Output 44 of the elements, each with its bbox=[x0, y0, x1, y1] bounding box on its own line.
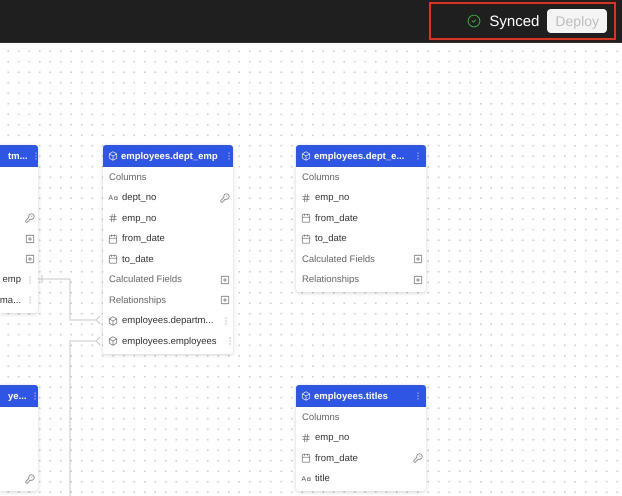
column-name: dept_no bbox=[122, 192, 156, 204]
model-title: employees.titles bbox=[314, 390, 388, 402]
relation-name[interactable]: employees.departm... bbox=[122, 315, 214, 326]
model-title: employees.dept_emp bbox=[121, 150, 218, 162]
add-icon[interactable] bbox=[25, 234, 35, 244]
relation-name[interactable]: ma... bbox=[0, 294, 21, 306]
cube-icon bbox=[108, 151, 118, 161]
section-label: Columns bbox=[301, 172, 340, 183]
model-card[interactable]: employees.dept_emp Columns dept_no emp_no from_date to_date Calculated Fields Relationships employees.departm... employees.employees bbox=[103, 145, 233, 354]
model-title: tm... bbox=[8, 150, 28, 162]
add-icon[interactable] bbox=[220, 295, 230, 306]
section-label: Calculated Fields bbox=[301, 254, 375, 265]
add-icon[interactable] bbox=[413, 254, 423, 264]
add-icon[interactable] bbox=[25, 254, 35, 264]
add-icon[interactable] bbox=[220, 274, 230, 285]
cube-icon bbox=[301, 151, 311, 161]
model-title: ye... bbox=[8, 390, 26, 402]
section-label: Calculated Fields bbox=[108, 274, 182, 286]
column-name: emp_no bbox=[315, 432, 350, 444]
column-name: from_date bbox=[122, 233, 165, 244]
model-card[interactable]: ye... bbox=[0, 385, 38, 491]
column-name: from_date bbox=[315, 212, 358, 224]
section-label: Relationships bbox=[301, 274, 360, 286]
column-name: to_date bbox=[315, 233, 347, 244]
cube-icon bbox=[301, 391, 311, 401]
column-name: emp_no bbox=[122, 212, 156, 224]
model-card[interactable]: employees.titles Columns emp_no from_date title bbox=[296, 385, 426, 491]
model-title: employees.dept_e... bbox=[314, 150, 404, 162]
sync-status: Synced bbox=[489, 12, 540, 30]
section-label: Columns bbox=[301, 412, 340, 423]
add-icon[interactable] bbox=[413, 274, 423, 285]
connector-line bbox=[38, 274, 100, 324]
section-label: Relationships bbox=[108, 294, 166, 306]
cube-icon bbox=[108, 336, 118, 346]
cube-icon bbox=[108, 316, 118, 326]
section-label: Columns bbox=[108, 172, 146, 183]
model-card[interactable]: employees.dept_e... Columns emp_no from_date to_date Calculated Fields Relationships bbox=[296, 145, 426, 292]
relation-name[interactable]: employees.employees bbox=[122, 336, 217, 347]
relation-name[interactable]: emp bbox=[2, 274, 21, 286]
model-card[interactable]: tm... emp ma... bbox=[0, 145, 38, 312]
column-name: to_date bbox=[122, 254, 154, 265]
column-name: title bbox=[315, 473, 330, 484]
column-name: from_date bbox=[315, 452, 358, 464]
column-name: emp_no bbox=[315, 192, 350, 204]
